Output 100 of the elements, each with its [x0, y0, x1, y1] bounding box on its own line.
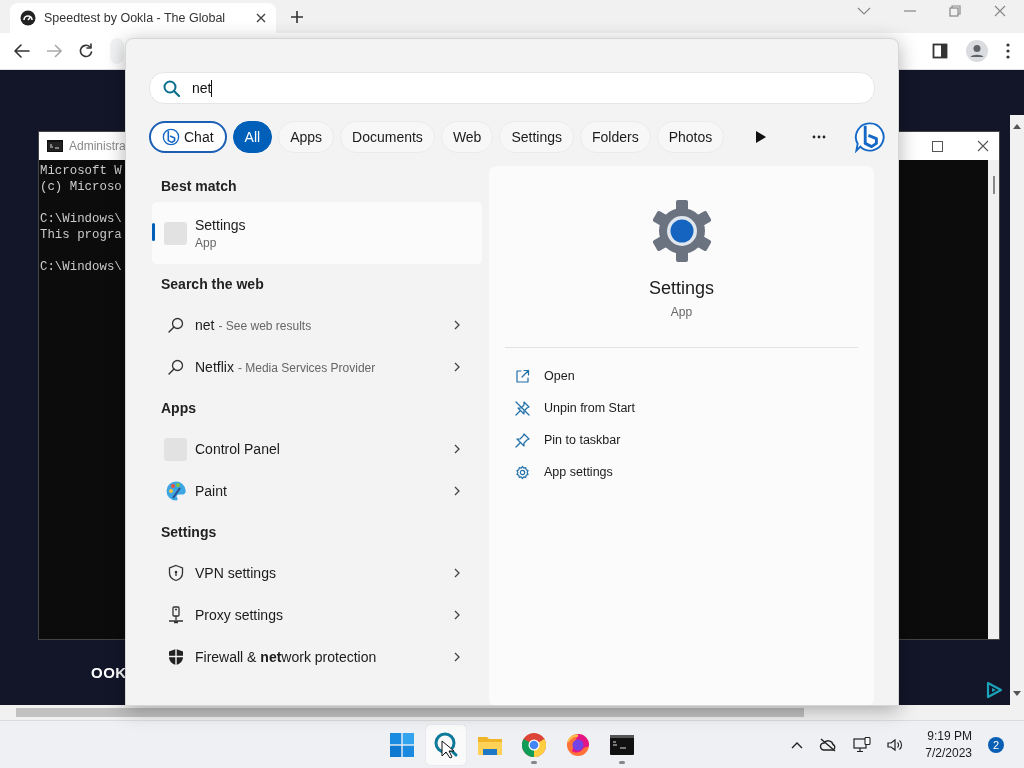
filter-tab[interactable]: All	[232, 121, 273, 153]
cloud-off-icon[interactable]	[819, 737, 838, 752]
chevron-right-icon	[454, 362, 460, 372]
result-title: Netflix	[195, 359, 234, 375]
search-icon	[167, 317, 184, 333]
chevron-up-icon[interactable]	[791, 740, 804, 749]
result-item[interactable]: VPN settings	[152, 552, 482, 594]
result-item[interactable]: Netflix - Media Services Provider	[152, 346, 482, 388]
new-tab-icon[interactable]	[290, 10, 304, 24]
shield-icon	[166, 648, 185, 666]
result-item[interactable]: Proxy settings	[152, 594, 482, 636]
result-subtitle: - Media Services Provider	[237, 361, 376, 375]
filter-tab[interactable]: Folders	[580, 121, 651, 153]
app-tile-icon	[164, 221, 187, 245]
ad-choices-icon[interactable]	[984, 680, 1004, 700]
section-heading: Settings	[160, 523, 218, 542]
section-heading: Search the web	[160, 275, 265, 294]
play-icon[interactable]	[756, 131, 767, 143]
running-indicator	[619, 760, 625, 764]
chevron-right-icon	[454, 320, 460, 330]
notification-badge[interactable]: 2	[988, 736, 1004, 753]
palette-icon	[164, 480, 187, 502]
volume-icon[interactable]	[887, 737, 904, 752]
scroll-down-arrow-icon[interactable]	[1013, 691, 1021, 697]
window-title: Administra	[69, 139, 126, 153]
chevron-right-icon	[454, 652, 460, 662]
clock-date: 7/2/2023	[925, 744, 972, 762]
console-icon	[47, 140, 63, 152]
result-title: Proxy settings	[195, 607, 283, 623]
result-title: Paint	[195, 483, 227, 499]
settings-icon	[515, 464, 530, 480]
result-title: net	[195, 317, 215, 333]
scroll-up-arrow-icon[interactable]	[1013, 123, 1021, 129]
windows-logo-icon	[390, 732, 414, 757]
filter-tab[interactable]: Chat	[149, 121, 227, 153]
section-heading: Apps	[160, 399, 197, 418]
console-text: C:\Windows\	[40, 211, 122, 227]
selection-indicator	[152, 223, 155, 241]
console-text: Microsoft W	[40, 163, 122, 179]
brand-text: OOK	[91, 664, 127, 681]
action-item[interactable]: Unpin from Start	[515, 392, 641, 424]
console-text: C:\Windows\	[40, 259, 122, 275]
result-title: Control Panel	[195, 441, 280, 457]
scrollbar[interactable]	[988, 160, 999, 639]
search-icon	[163, 79, 180, 97]
app-name: Settings	[648, 278, 714, 299]
profile-icon[interactable]	[966, 40, 988, 62]
result-title: VPN settings	[195, 565, 276, 581]
running-indicator	[531, 760, 537, 764]
chevron-right-icon	[454, 610, 460, 620]
external-link-icon	[515, 368, 530, 384]
chevron-down-icon[interactable]	[857, 5, 871, 16]
network-icon[interactable]	[853, 736, 872, 753]
result-subtitle: App	[195, 235, 217, 250]
chevron-right-icon	[454, 444, 460, 454]
reload-icon[interactable]	[78, 43, 94, 59]
search-text: net	[192, 80, 212, 96]
clock-time: 9:19 PM	[927, 727, 972, 745]
pin-icon	[515, 432, 530, 448]
action-item[interactable]: Open	[515, 360, 581, 392]
firefox-icon	[566, 732, 590, 757]
result-title: Settings	[195, 216, 246, 233]
scrollbar[interactable]	[0, 705, 1024, 720]
restore-icon[interactable]	[932, 140, 943, 152]
result-item[interactable]: Control Panel	[152, 428, 482, 470]
filter-tab[interactable]: Documents	[340, 121, 435, 153]
scrollbar[interactable]	[1010, 115, 1024, 705]
filter-tab[interactable]: Apps	[278, 121, 335, 153]
terminal-icon	[610, 734, 634, 755]
speedometer-icon	[20, 10, 36, 26]
action-item[interactable]: Pin to taskbar	[515, 424, 627, 456]
search-icon	[433, 730, 459, 759]
chat-bubble-icon[interactable]	[854, 121, 887, 153]
network-device-icon	[166, 606, 185, 624]
result-title: Firewall & network protection	[195, 649, 377, 665]
app-type: App	[670, 305, 693, 319]
close-icon[interactable]	[977, 140, 989, 152]
more-icon[interactable]	[812, 135, 827, 139]
clock[interactable]: 9:19 PM 7/2/2023	[925, 727, 972, 762]
result-item[interactable]: net - See web results	[152, 304, 482, 346]
filter-tab[interactable]: Settings	[499, 121, 574, 153]
text-cursor	[211, 79, 213, 97]
more-menu-icon[interactable]	[1006, 43, 1010, 59]
result-item[interactable]: Settings App	[152, 202, 482, 264]
search-field[interactable]: net	[149, 72, 875, 104]
action-item[interactable]: App settings	[515, 456, 619, 488]
section-heading: Best match	[160, 177, 238, 196]
side-panel-icon[interactable]	[932, 43, 948, 59]
console-text: This progra	[40, 227, 122, 243]
chat-bubble-icon	[162, 128, 180, 146]
back-arrow-icon[interactable]	[14, 44, 30, 58]
browser-tab[interactable]: Speedtest by Ookla - The Global	[10, 3, 276, 33]
result-item[interactable]: Firewall & network protection	[152, 636, 482, 678]
filter-tab[interactable]: Photos	[656, 121, 725, 153]
result-item[interactable]: Paint	[152, 470, 482, 512]
close-icon[interactable]	[256, 13, 266, 23]
chevron-right-icon	[454, 568, 460, 578]
chrome-icon	[522, 732, 546, 757]
console-text: (c) Microso	[40, 179, 122, 195]
filter-tab[interactable]: Web	[440, 121, 494, 153]
